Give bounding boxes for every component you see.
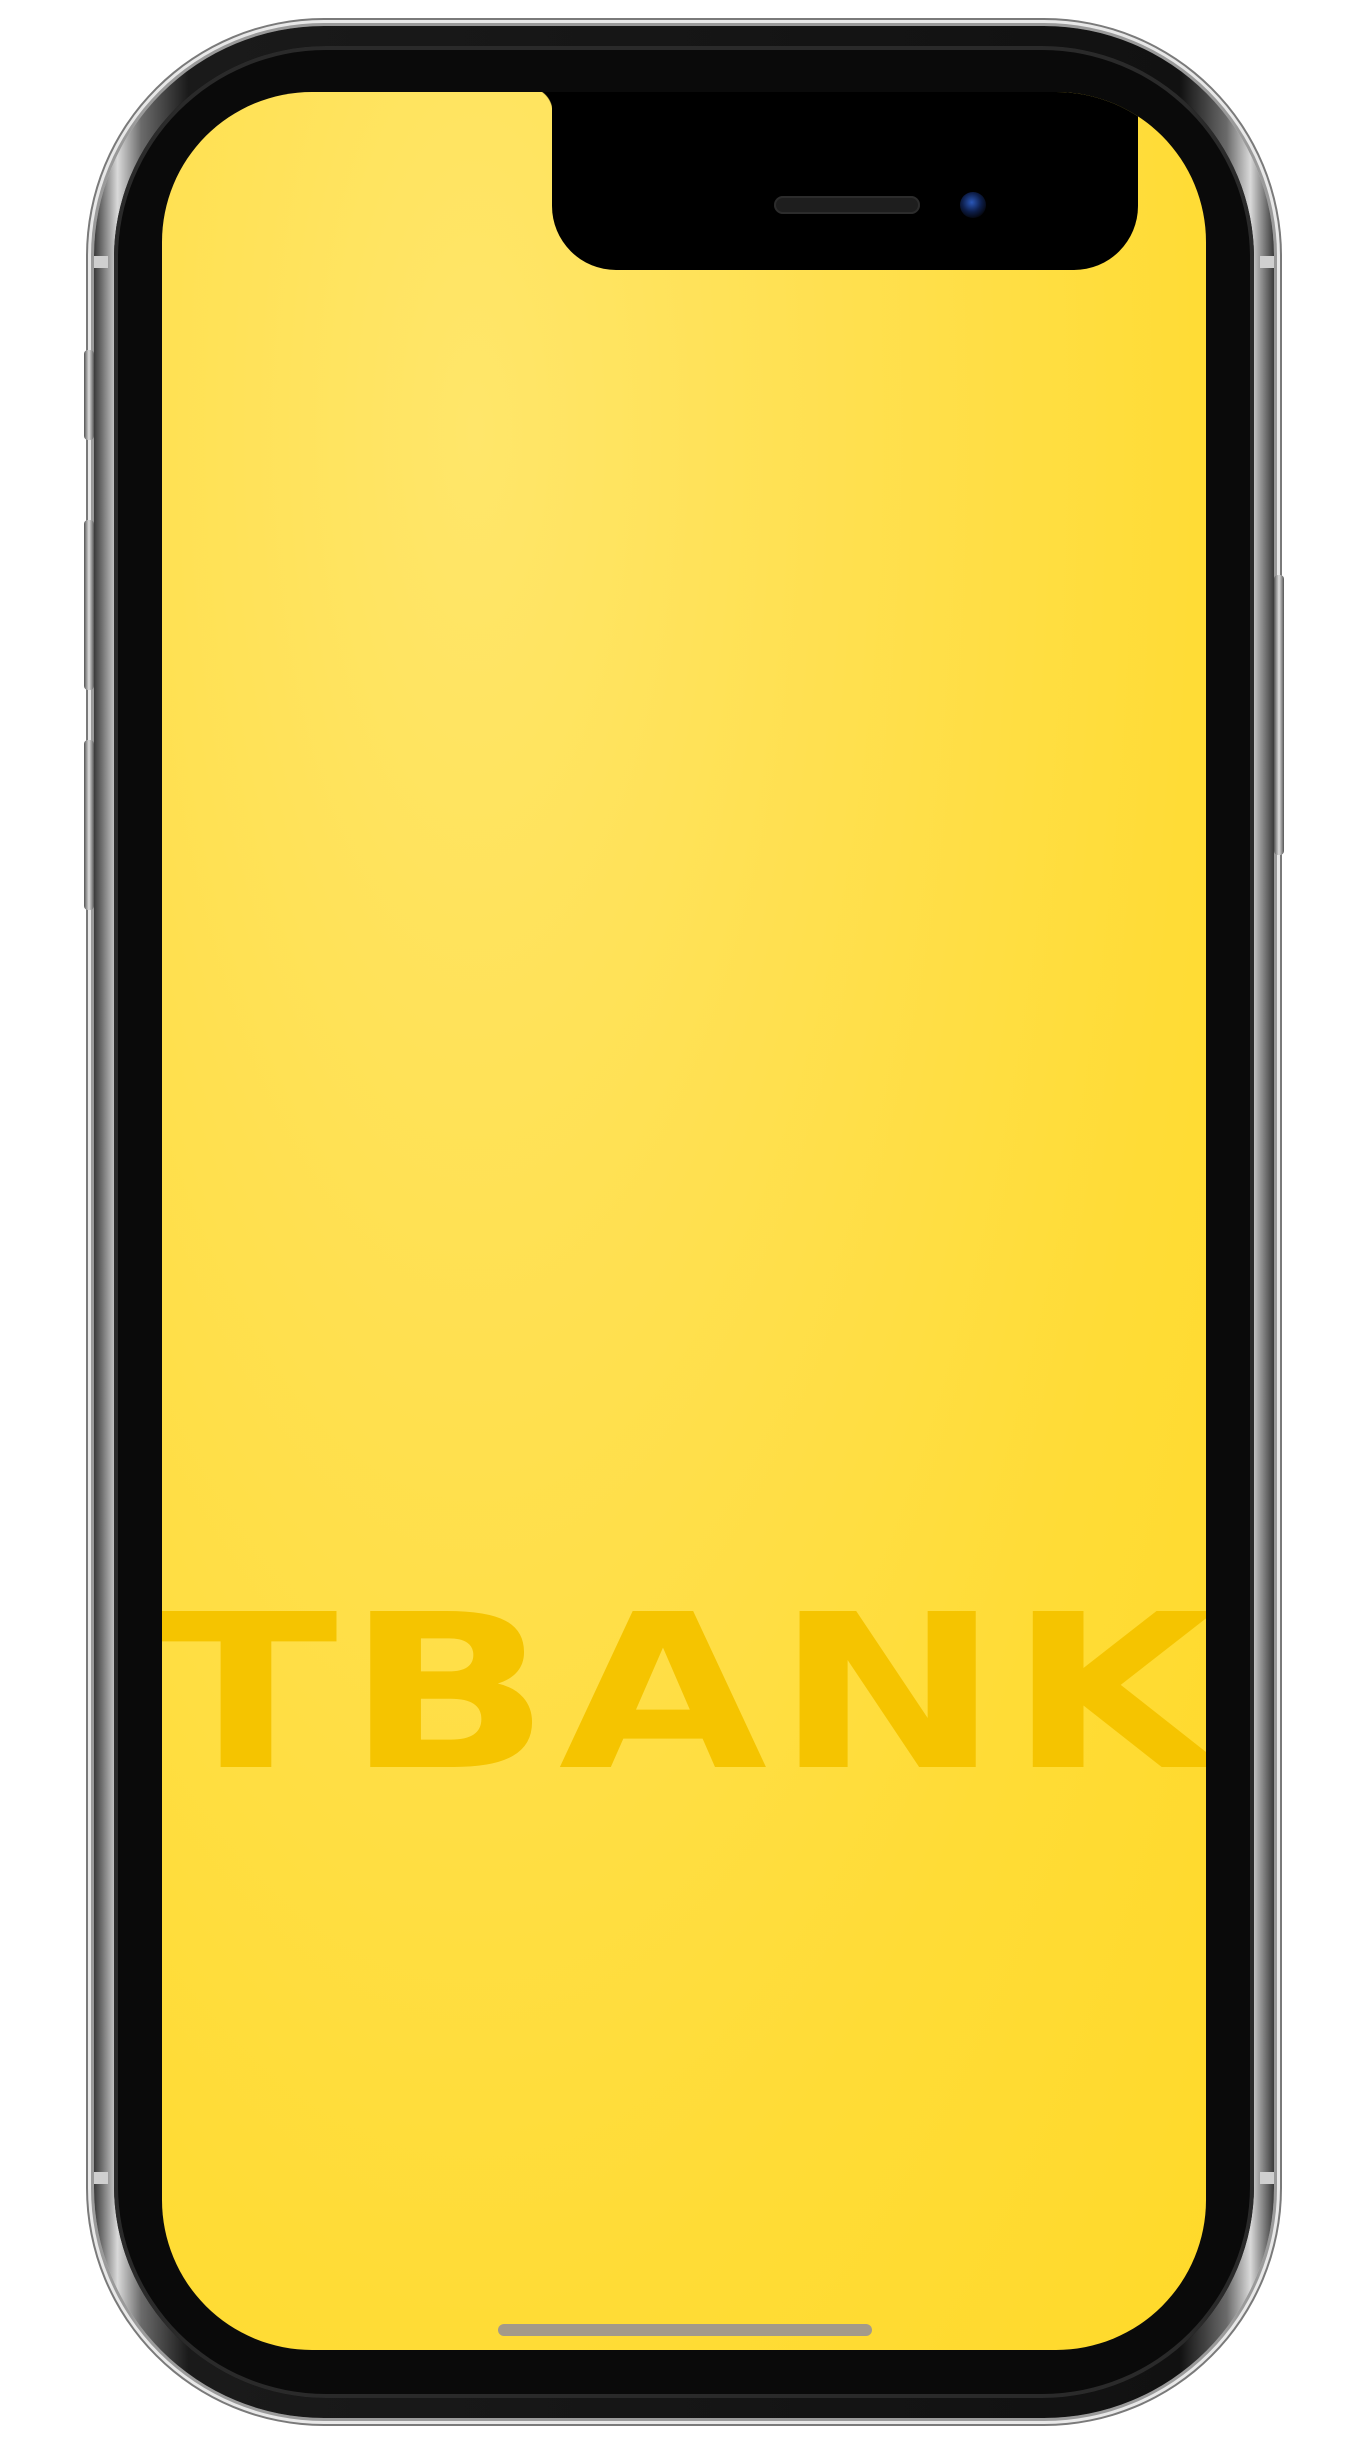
silent-switch — [84, 350, 94, 440]
home-indicator[interactable] — [498, 2324, 872, 2336]
antenna-band — [1260, 2172, 1274, 2184]
speaker-icon — [774, 196, 920, 214]
camera-icon — [960, 192, 986, 218]
antenna-band — [94, 256, 108, 268]
volume-up-button — [84, 520, 94, 690]
notch — [528, 92, 1162, 270]
brand-wordmark: TBANK — [162, 1569, 1206, 1818]
power-button — [1274, 575, 1284, 855]
antenna-band — [1260, 256, 1274, 268]
volume-down-button — [84, 740, 94, 910]
splash-screen: TBANK — [162, 92, 1206, 2350]
antenna-band — [94, 2172, 108, 2184]
